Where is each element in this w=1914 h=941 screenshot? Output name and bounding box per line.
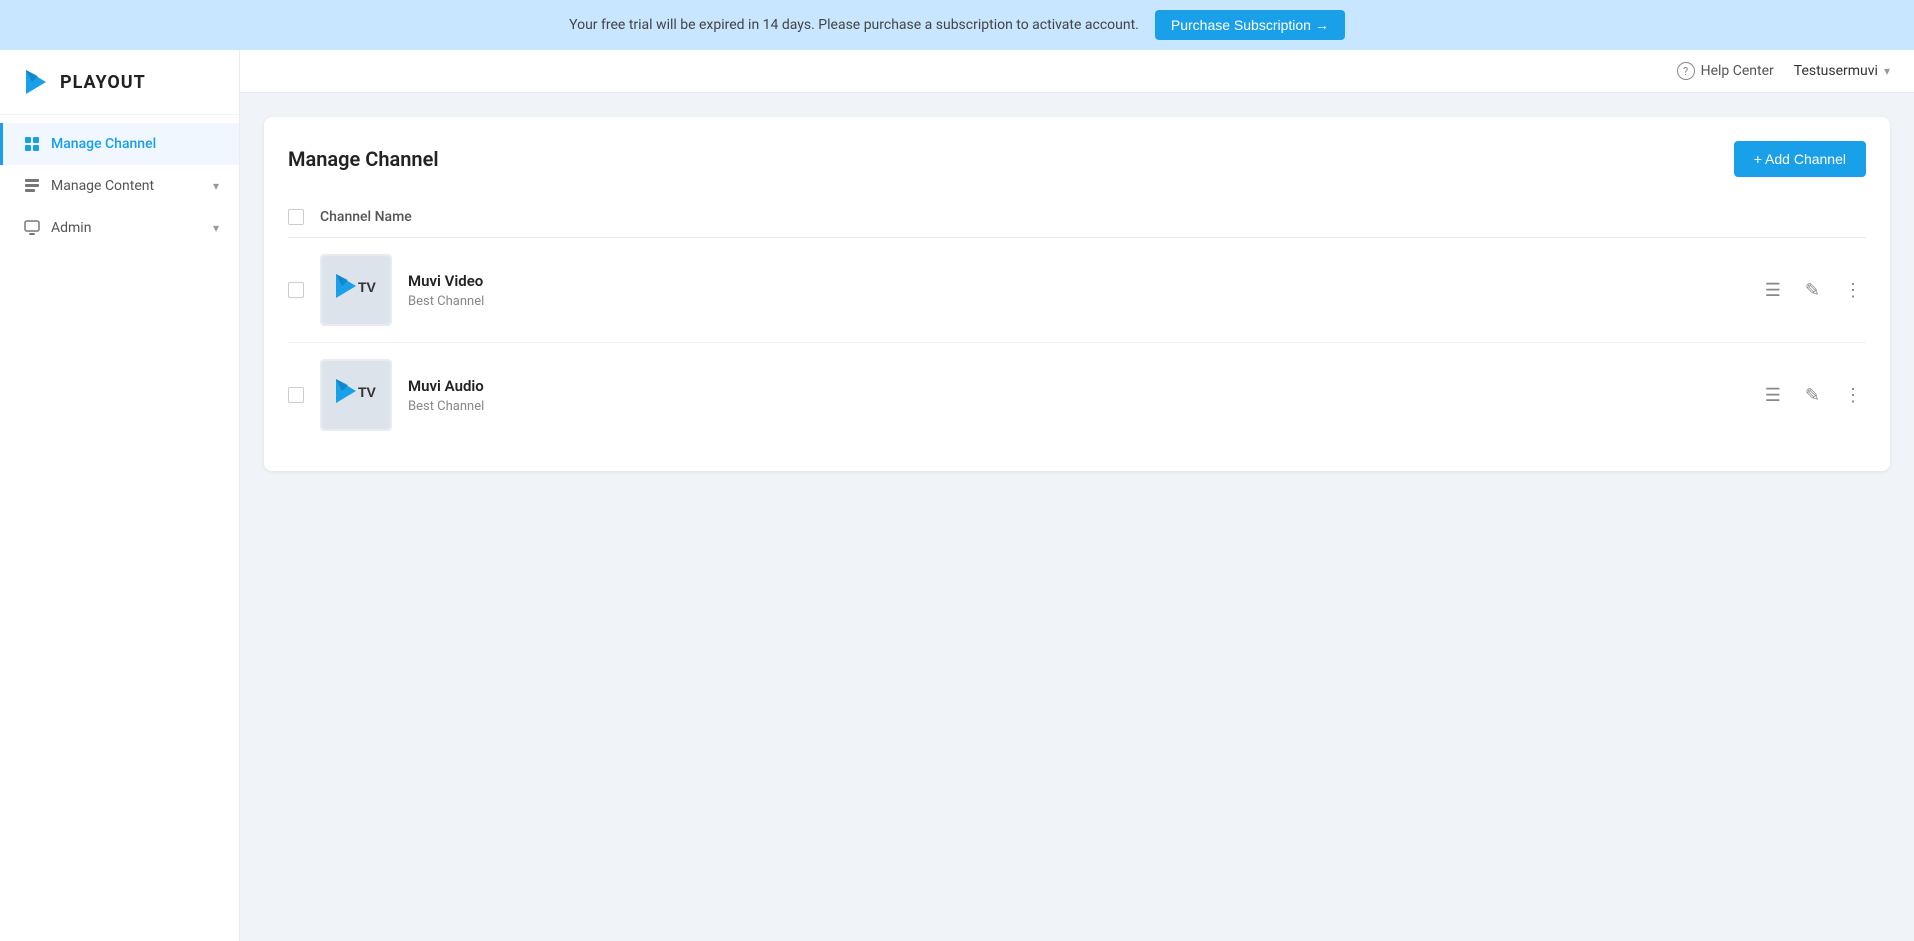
channel-logo-1: TV [320,359,392,431]
manage-channel-icon [23,135,41,153]
content-area: ? Help Center Testusermuvi ▾ Manage Chan… [240,50,1914,941]
channels-list: TV Muvi Video Best Channel ☰ ✎ ⋮ [288,238,1866,447]
channel-logo-0: TV [320,254,392,326]
channel-edit-icon-0[interactable]: ✎ [1801,276,1824,305]
sidebar-item-manage-content-label: Manage Content [51,178,154,194]
svg-text:TV: TV [358,384,377,400]
channel-description-1: Best Channel [408,399,1745,414]
channel-row: TV Muvi Video Best Channel ☰ ✎ ⋮ [288,238,1866,343]
trial-banner: Your free trial will be expired in 14 da… [0,0,1914,50]
logo: PLAYOUT [0,50,239,115]
channel-info-1: Muvi Audio Best Channel [408,377,1745,414]
banner-text: Your free trial will be expired in 14 da… [569,17,1139,33]
channel-description-0: Best Channel [408,294,1745,309]
logo-text: PLAYOUT [60,72,146,93]
channel-row: TV Muvi Audio Best Channel ☰ ✎ ⋮ [288,343,1866,447]
table-header: Channel Name [288,197,1866,238]
sidebar-item-admin-label: Admin [51,220,91,236]
manage-content-icon [23,177,41,195]
main-content: Manage Channel + Add Channel Channel Nam… [240,93,1914,941]
admin-chevron-icon: ▾ [213,221,219,235]
add-channel-button[interactable]: + Add Channel [1734,141,1866,177]
user-menu[interactable]: Testusermuvi ▾ [1794,63,1890,79]
channel-checkbox-1[interactable] [288,387,304,403]
sidebar-nav: Manage Channel Manage Content ▾ [0,115,239,941]
playout-logo-icon [20,66,52,98]
sidebar-item-manage-channel-label: Manage Channel [51,136,156,152]
user-menu-chevron-icon: ▾ [1884,64,1890,78]
channel-actions-0: ☰ ✎ ⋮ [1761,276,1866,305]
sidebar-item-admin[interactable]: Admin ▾ [0,207,239,249]
channel-list-icon-1[interactable]: ☰ [1761,381,1785,410]
select-all-checkbox[interactable] [288,209,304,225]
user-name: Testusermuvi [1794,63,1878,79]
channel-name-1: Muvi Audio [408,377,1745,395]
channel-edit-icon-1[interactable]: ✎ [1801,381,1824,410]
channel-more-icon-0[interactable]: ⋮ [1840,276,1866,305]
channel-checkbox-0[interactable] [288,282,304,298]
topbar: ? Help Center Testusermuvi ▾ [240,50,1914,93]
channel-more-icon-1[interactable]: ⋮ [1840,381,1866,410]
channel-name-0: Muvi Video [408,272,1745,290]
purchase-subscription-button[interactable]: Purchase Subscription → [1155,10,1345,40]
sidebar-item-manage-channel[interactable]: Manage Channel [0,123,239,165]
help-center-link[interactable]: ? Help Center [1677,62,1774,80]
help-circle-icon: ? [1677,62,1695,80]
page-title: Manage Channel [288,147,439,171]
svg-text:TV: TV [358,279,377,295]
channel-name-column-header: Channel Name [320,209,412,225]
manage-content-chevron-icon: ▾ [213,179,219,193]
sidebar: PLAYOUT Manage Channel [0,50,240,941]
channel-list-icon-0[interactable]: ☰ [1761,276,1785,305]
sidebar-item-manage-content[interactable]: Manage Content ▾ [0,165,239,207]
admin-icon [23,219,41,237]
help-center-label: Help Center [1701,63,1774,79]
manage-channel-card: Manage Channel + Add Channel Channel Nam… [264,117,1890,471]
channel-actions-1: ☰ ✎ ⋮ [1761,381,1866,410]
channel-info-0: Muvi Video Best Channel [408,272,1745,309]
card-header: Manage Channel + Add Channel [288,141,1866,177]
